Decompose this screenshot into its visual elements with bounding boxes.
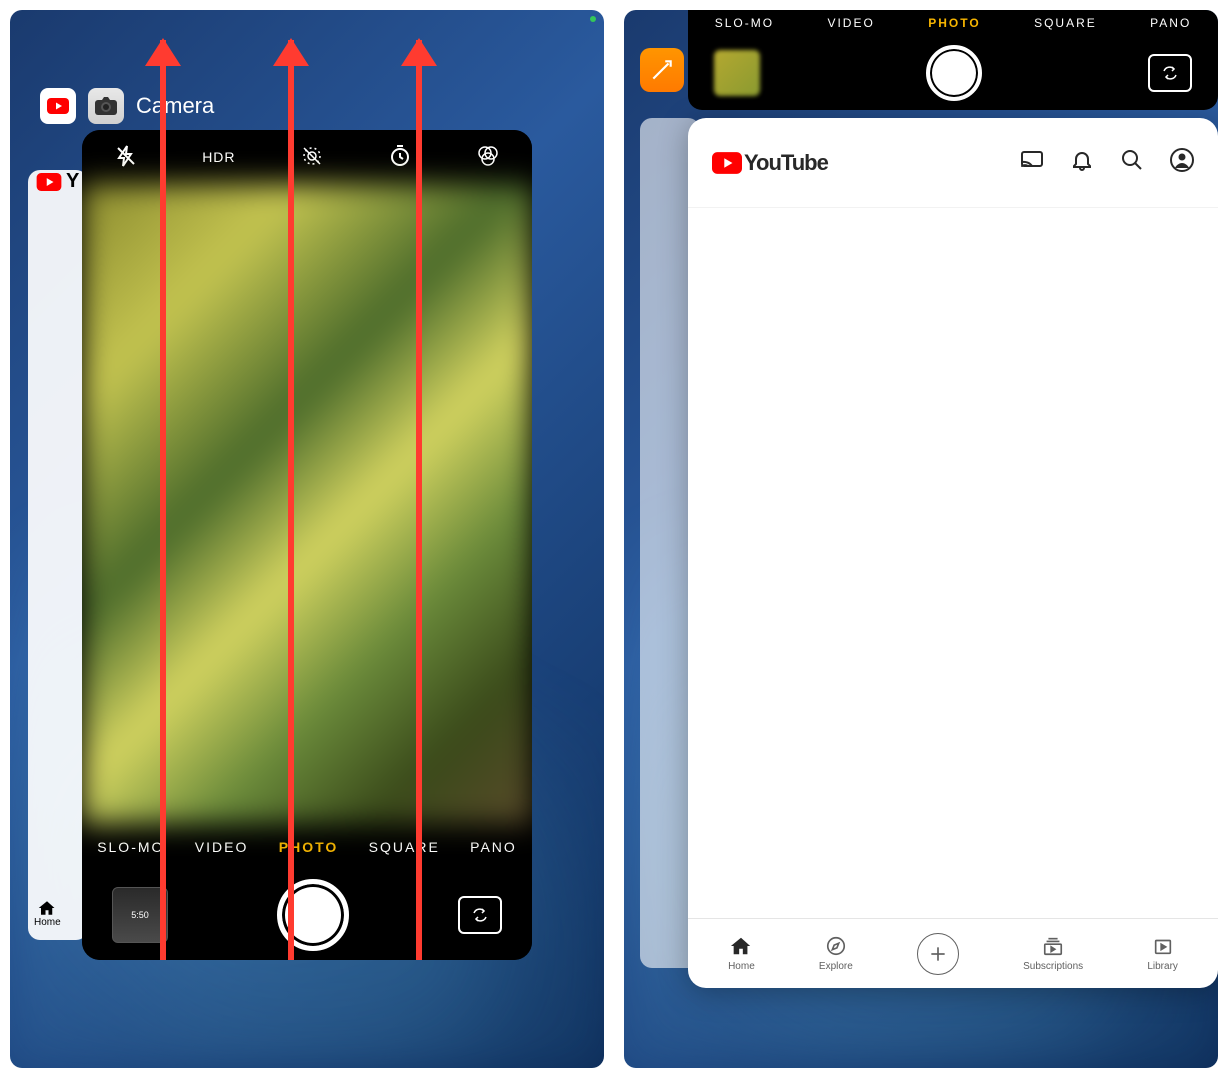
youtube-app-icon <box>40 88 76 124</box>
tab-explore[interactable]: Explore <box>819 935 853 972</box>
youtube-tab-bar: Home Explore Subscriptions Library <box>688 918 1218 988</box>
notifications-icon[interactable] <box>1070 148 1094 177</box>
camera-bottom-controls: 5:50 <box>82 870 532 960</box>
background-home-tab: Home <box>34 899 61 928</box>
mode-video[interactable]: VIDEO <box>195 839 249 855</box>
timer-icon[interactable] <box>388 144 412 171</box>
swipe-up-arrow <box>288 40 294 960</box>
youtube-feed-area[interactable] <box>688 208 1218 918</box>
mode-photo[interactable]: PHOTO <box>928 16 980 30</box>
app-switcher-header: Camera <box>40 88 214 124</box>
flash-icon[interactable] <box>114 144 138 171</box>
tab-library[interactable]: Library <box>1147 935 1178 972</box>
camera-card-swiping-out[interactable]: SLO-MO VIDEO PHOTO SQUARE PANO <box>688 10 1218 110</box>
youtube-header: YouTube <box>688 118 1218 208</box>
camera-mode-selector[interactable]: SLO-MO VIDEO PHOTO SQUARE PANO <box>688 10 1218 36</box>
camera-mode-selector[interactable]: SLO-MO VIDEO PHOTO SQUARE PANO <box>82 824 532 870</box>
mode-pano[interactable]: PANO <box>470 839 517 855</box>
filters-icon[interactable] <box>476 144 500 171</box>
create-button[interactable] <box>917 933 959 975</box>
flip-camera-button[interactable] <box>458 896 502 934</box>
mode-square[interactable]: SQUARE <box>1034 16 1097 30</box>
pages-app-icon <box>640 48 684 92</box>
search-icon[interactable] <box>1120 148 1144 177</box>
mode-pano[interactable]: PANO <box>1150 16 1191 30</box>
swipe-up-arrow <box>160 40 166 960</box>
screenshot-left: Camera Y Home HDR SLO-MO VIDE <box>10 10 604 1068</box>
account-icon[interactable] <box>1170 148 1194 177</box>
mode-square[interactable]: SQUARE <box>369 839 440 855</box>
live-photo-icon[interactable] <box>300 144 324 171</box>
camera-viewfinder[interactable] <box>82 184 532 824</box>
youtube-background-peek: Y <box>36 170 79 193</box>
camera-app-card[interactable]: HDR SLO-MO VIDEO PHOTO SQUARE PANO 5:50 <box>82 130 532 960</box>
cast-icon[interactable] <box>1020 148 1044 177</box>
tab-home[interactable]: Home <box>728 935 755 972</box>
camera-app-icon <box>88 88 124 124</box>
camera-bottom-controls <box>688 36 1218 110</box>
swipe-up-arrow <box>416 40 422 960</box>
youtube-logo[interactable]: YouTube <box>712 150 828 176</box>
flip-camera-button[interactable] <box>1148 54 1192 92</box>
youtube-header-actions <box>1020 148 1194 177</box>
mode-slomo[interactable]: SLO-MO <box>97 839 164 855</box>
mode-video[interactable]: VIDEO <box>827 16 874 30</box>
shutter-button[interactable] <box>926 45 982 101</box>
last-photo-thumbnail[interactable] <box>714 50 760 96</box>
tab-subscriptions[interactable]: Subscriptions <box>1023 935 1083 972</box>
camera-top-controls: HDR <box>82 130 532 184</box>
screenshot-right: SLO-MO VIDEO PHOTO SQUARE PANO YouTube <box>624 10 1218 1068</box>
youtube-app-card[interactable]: YouTube Home <box>688 118 1218 988</box>
background-app-card[interactable] <box>28 170 88 940</box>
app-title-label: Camera <box>136 93 214 119</box>
camera-indicator-dot <box>590 16 596 22</box>
mode-slomo[interactable]: SLO-MO <box>715 16 774 30</box>
hdr-label[interactable]: HDR <box>202 149 235 165</box>
